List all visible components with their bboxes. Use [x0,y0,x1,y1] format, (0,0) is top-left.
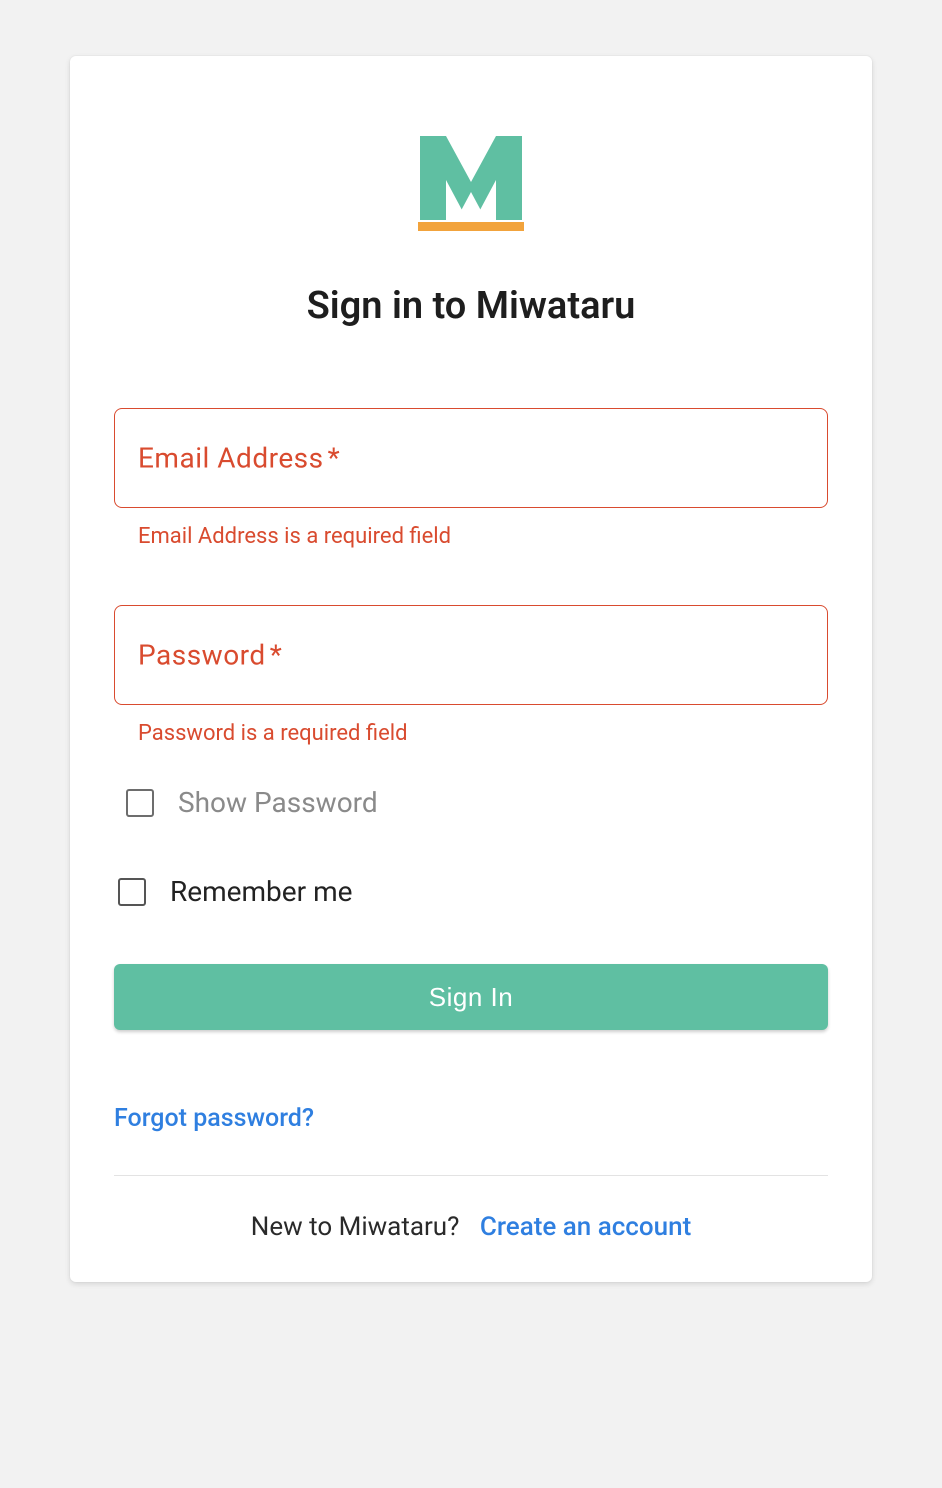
checkbox-unchecked-icon [118,878,146,906]
divider [114,1175,828,1176]
signup-row: New to Miwataru? Create an account [114,1212,828,1242]
remember-me-toggle[interactable]: Remember me [118,875,828,908]
email-input[interactable] [114,408,828,508]
signup-prompt: New to Miwataru? [251,1212,460,1242]
email-field-wrap: Email Address* [114,408,828,508]
forgot-password-link[interactable]: Forgot password? [114,1104,314,1133]
sign-in-button[interactable]: Sign In [114,964,828,1030]
brand-logo [114,136,828,234]
password-input[interactable] [114,605,828,705]
show-password-toggle[interactable]: Show Password [126,786,828,819]
show-password-label: Show Password [178,786,378,819]
remember-me-label: Remember me [170,875,352,908]
password-error-text: Password is a required field [138,721,828,746]
signin-card: Sign in to Miwataru Email Address* Email… [70,56,872,1282]
email-error-text: Email Address is a required field [138,524,828,549]
create-account-link[interactable]: Create an account [480,1212,691,1242]
password-field-wrap: Password* [114,605,828,705]
page-title: Sign in to Miwataru [114,284,828,328]
logo-m-icon [412,136,530,234]
checkbox-unchecked-icon [126,789,154,817]
